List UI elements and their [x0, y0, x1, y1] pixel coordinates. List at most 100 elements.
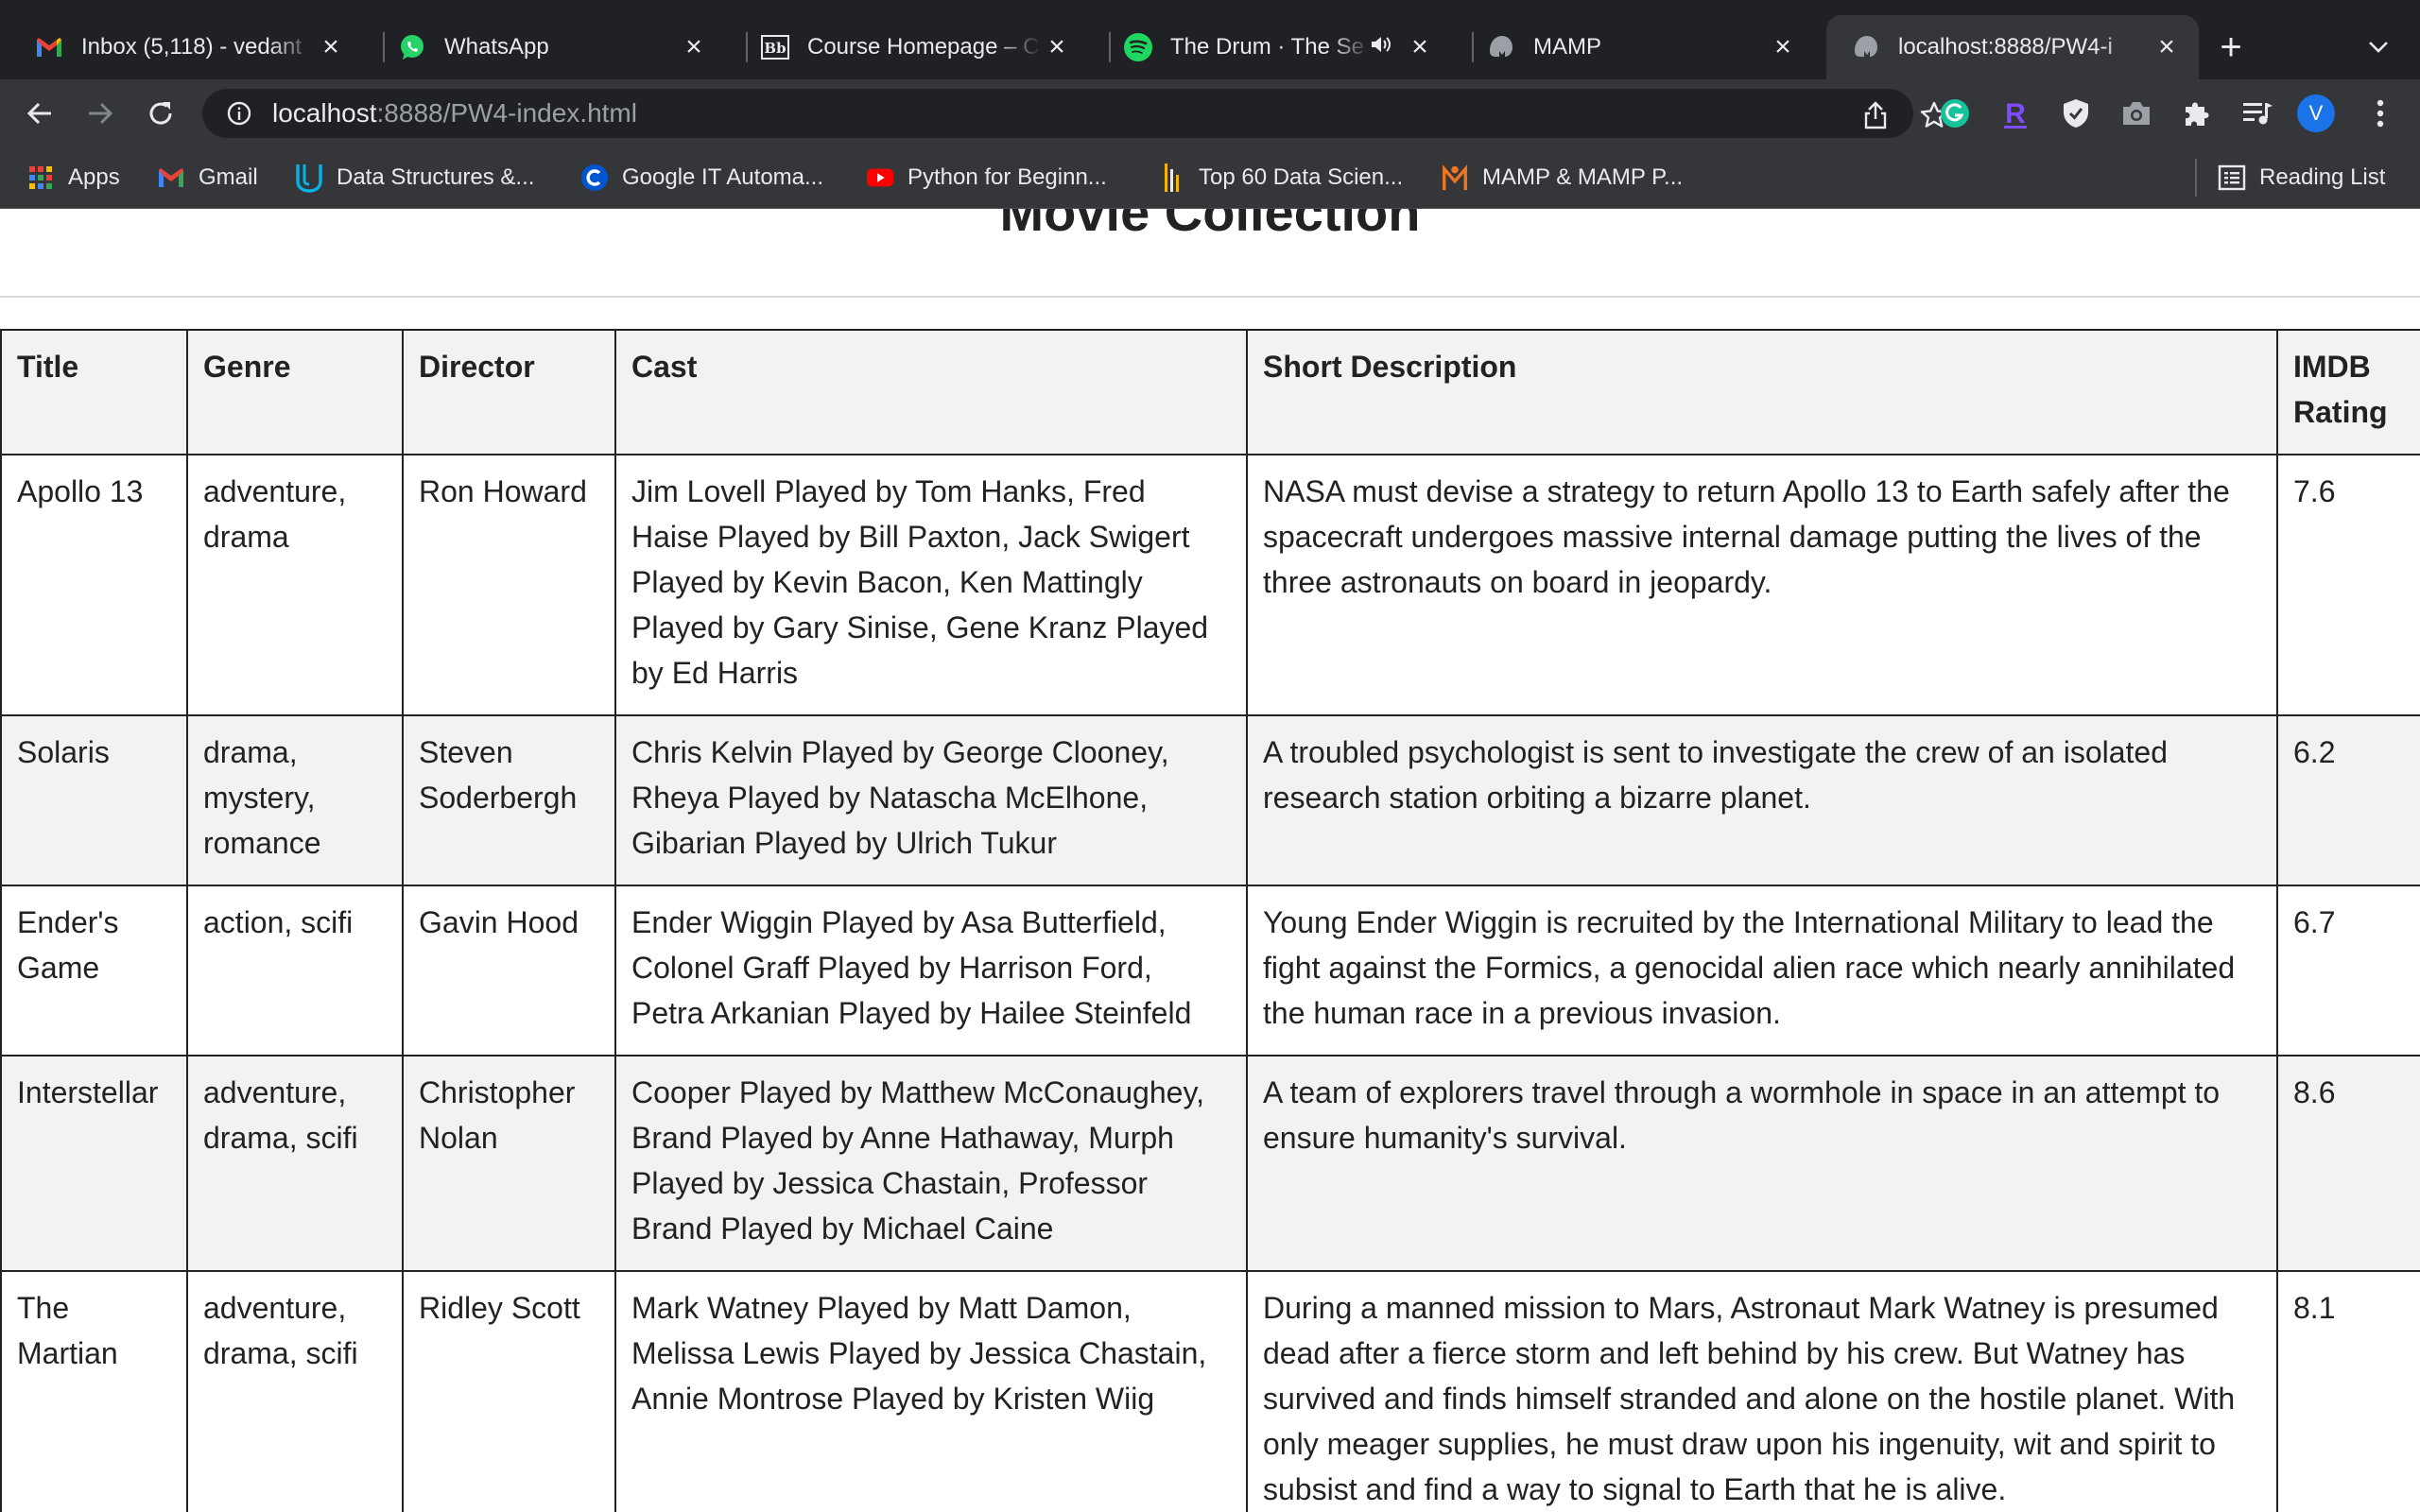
tab-localhost-active[interactable]: localhost:8888/PW4-i ×: [1826, 15, 2199, 79]
bookmarks-separator: [2195, 159, 2197, 197]
arrow-left-icon: [26, 102, 51, 125]
cell-director: Christopher Nolan: [402, 1055, 616, 1272]
table-row: Interstellar adventure, drama, scifi Chr…: [0, 1055, 2420, 1272]
close-icon[interactable]: ×: [679, 31, 709, 62]
close-icon[interactable]: ×: [2152, 31, 2182, 62]
bookmark-label: Apps: [68, 164, 120, 190]
cell-rating: 8.6: [2276, 1055, 2420, 1272]
chevron-down-icon: [2369, 42, 2388, 53]
cell-cast: Jim Lovell Played by Tom Hanks, Fred Hai…: [614, 454, 1248, 716]
bookmark-google-it-automation[interactable]: Google IT Automa...: [580, 161, 823, 195]
cell-cast: Cooper Played by Matthew McConaughey, Br…: [614, 1055, 1248, 1272]
r-extension-icon[interactable]: R: [1995, 93, 2036, 134]
page-title: Movie Collection: [999, 209, 1421, 242]
tab-whatsapp[interactable]: WhatsApp ×: [363, 15, 726, 79]
column-header-genre: Genre: [186, 329, 404, 455]
forward-button[interactable]: [79, 93, 121, 134]
grammarly-extension-icon[interactable]: [1934, 93, 1976, 134]
share-icon[interactable]: [1858, 98, 1893, 132]
cell-description: NASA must devise a strategy to return Ap…: [1246, 454, 2278, 716]
cell-genre: action, scifi: [186, 885, 404, 1057]
mamp-icon: [1441, 163, 1469, 192]
cell-description: During a manned mission to Mars, Astrona…: [1246, 1270, 2278, 1512]
bookmark-mamp[interactable]: MAMP & MAMP P...: [1441, 161, 1683, 195]
spotify-icon: [1123, 32, 1153, 62]
cell-cast: Ender Wiggin Played by Asa Butterfield, …: [614, 885, 1248, 1057]
tab-title: Inbox (5,118) - vedant: [81, 34, 302, 60]
column-header-director: Director: [402, 329, 616, 455]
shield-icon[interactable]: [2055, 93, 2097, 134]
bookmark-label: MAMP & MAMP P...: [1482, 164, 1684, 190]
close-icon[interactable]: ×: [1405, 31, 1435, 62]
page-content[interactable]: Movie Collection Title Genre Director Ca…: [0, 209, 2420, 1512]
column-header-rating: IMDB Rating: [2276, 329, 2420, 455]
mamp-icon: [1851, 32, 1881, 62]
table-header-row: Title Genre Director Cast Short Descript…: [0, 329, 2420, 455]
cell-rating: 6.7: [2276, 885, 2420, 1057]
table-row: Apollo 13 adventure, drama Ron Howard Ji…: [0, 454, 2420, 716]
svg-text:Bb: Bb: [764, 40, 786, 57]
reading-list-icon: [2218, 163, 2246, 192]
arrow-right-icon: [89, 102, 113, 125]
tab-course-homepage[interactable]: Bb Course Homepage – C ×: [726, 15, 1089, 79]
cell-cast: Chris Kelvin Played by George Clooney, R…: [614, 714, 1248, 886]
tab-gmail-inbox[interactable]: Inbox (5,118) - vedant ×: [0, 15, 363, 79]
gmail-icon: [157, 163, 185, 192]
new-tab-button[interactable]: +: [2210, 26, 2252, 68]
cell-title: The Martian: [0, 1270, 188, 1512]
reading-list-button[interactable]: Reading List: [2218, 161, 2385, 195]
cell-director: Steven Soderbergh: [402, 714, 616, 886]
cell-director: Gavin Hood: [402, 885, 616, 1057]
speaker-icon[interactable]: [1371, 35, 1395, 60]
udacity-icon: [295, 163, 323, 193]
reload-button[interactable]: [140, 93, 182, 134]
cell-description: A team of explorers travel through a wor…: [1246, 1055, 2278, 1272]
puzzle-piece-icon[interactable]: [2176, 93, 2218, 134]
bookmark-python-for-beginners[interactable]: Python for Beginn...: [866, 161, 1107, 195]
url-text[interactable]: localhost:8888/PW4-index.html: [272, 98, 637, 129]
close-icon[interactable]: ×: [1768, 31, 1798, 62]
cell-genre: adventure, drama: [186, 454, 404, 716]
coursera-icon: [580, 163, 609, 192]
cell-title: Ender's Game: [0, 885, 188, 1057]
bookmark-label: Top 60 Data Scien...: [1199, 164, 1404, 190]
bookmarks-bar: Apps Gmail Data Structures &... Google I…: [0, 147, 2420, 209]
tab-title: The Drum · The Se: [1170, 34, 1364, 60]
back-button[interactable]: [19, 93, 60, 134]
media-queue-icon[interactable]: [2237, 93, 2278, 134]
close-icon[interactable]: ×: [1042, 31, 1072, 62]
bookmark-gmail[interactable]: Gmail: [157, 161, 258, 195]
bookmark-top-60-data-science[interactable]: Top 60 Data Scien...: [1157, 161, 1403, 195]
bookmark-label: Gmail: [199, 164, 258, 190]
cell-rating: 8.1: [2276, 1270, 2420, 1512]
url-host: localhost: [272, 98, 377, 128]
bookmark-apps[interactable]: Apps: [26, 161, 120, 195]
cell-genre: drama, mystery, romance: [186, 714, 404, 886]
tab-title: Course Homepage – C: [807, 34, 1040, 60]
tab-search-button[interactable]: [2358, 26, 2399, 68]
cell-description: Young Ender Wiggin is recruited by the I…: [1246, 885, 2278, 1057]
table-row: The Martian adventure, drama, scifi Ridl…: [0, 1270, 2420, 1512]
cell-title: Interstellar: [0, 1055, 188, 1272]
tab-title: WhatsApp: [444, 34, 549, 60]
close-icon[interactable]: ×: [316, 31, 346, 62]
tab-spotify[interactable]: The Drum · The Se ×: [1089, 15, 1452, 79]
tab-mamp[interactable]: MAMP ×: [1452, 15, 1815, 79]
bookmark-data-structures[interactable]: Data Structures &...: [295, 161, 534, 195]
blackboard-icon: Bb: [760, 32, 790, 62]
table-row: Ender's Game action, scifi Gavin Hood En…: [0, 885, 2420, 1057]
svg-text:R: R: [2005, 98, 2026, 129]
camera-icon[interactable]: [2116, 93, 2157, 134]
cell-description: A troubled psychologist is sent to inves…: [1246, 714, 2278, 886]
info-icon[interactable]: [225, 99, 253, 128]
cell-title: Solaris: [0, 714, 188, 886]
toolbar: localhost:8888/PW4-index.html R V: [0, 79, 2420, 147]
column-header-title: Title: [0, 329, 188, 455]
profile-avatar[interactable]: V: [2297, 94, 2335, 132]
bookmark-label: Google IT Automa...: [622, 164, 824, 190]
youtube-icon: [866, 163, 894, 192]
more-options-icon[interactable]: [2360, 93, 2401, 134]
gmail-icon: [34, 32, 64, 62]
address-bar[interactable]: localhost:8888/PW4-index.html: [202, 89, 1948, 138]
cell-rating: 6.2: [2276, 714, 2420, 886]
